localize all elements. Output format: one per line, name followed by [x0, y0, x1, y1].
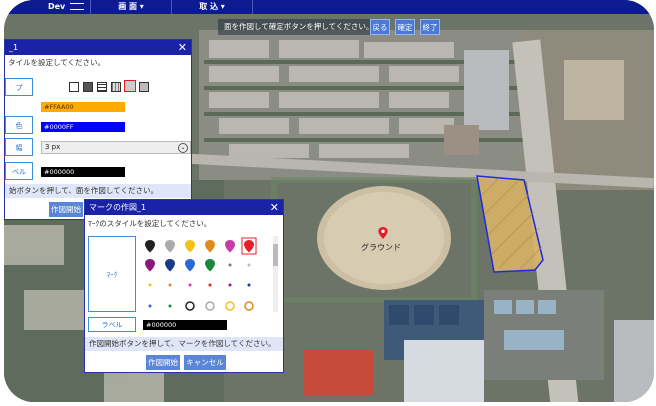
menu-import[interactable]: 取 込 ▾	[172, 0, 252, 14]
draw-instruction: 面を作図して確定ボタンを押してください。	[218, 19, 380, 35]
fill-color-field[interactable]: #FFAA00	[41, 102, 125, 112]
pattern-none-icon[interactable]	[69, 82, 79, 92]
label-color-field[interactable]: #000000	[41, 167, 125, 177]
circle-row-4	[148, 301, 254, 311]
pattern-horizontal-icon[interactable]	[97, 82, 107, 92]
menu-divider	[252, 0, 253, 14]
map-pin-icon[interactable]	[377, 227, 389, 239]
close-icon[interactable]: ✕	[270, 200, 279, 215]
panel-title: マークの作図_1	[85, 200, 283, 215]
panel-footer: 作図開始ボタンを押して、マークを作図してください。	[85, 337, 283, 351]
mark-label-color-field[interactable]: #000000	[143, 320, 227, 330]
line-width-select[interactable]: 3 px ⌄	[41, 141, 191, 154]
panel-subtitle: タイルを設定してください。	[8, 58, 106, 67]
pattern-vertical-icon[interactable]	[111, 82, 121, 92]
fill-type-label: プ	[5, 78, 33, 96]
dot-row-3	[148, 283, 251, 287]
pin-row-1	[145, 237, 257, 255]
panel-title: _1	[5, 40, 191, 55]
panel-footer: 始ボタンを押して、面を作図してください。	[5, 184, 191, 198]
scrollbar-thumb[interactable]	[273, 244, 278, 266]
app-logo: Dev	[42, 0, 90, 14]
menu-screen[interactable]: 画 面 ▾	[91, 0, 171, 14]
start-drawing-button[interactable]: 作図開始	[49, 202, 83, 217]
pattern-solid-icon[interactable]	[83, 82, 93, 92]
mark-scrollbar[interactable]	[273, 236, 278, 312]
close-icon[interactable]: ✕	[178, 40, 187, 55]
confirm-button[interactable]: 確定	[395, 19, 415, 35]
cancel-button[interactable]: キャンセル	[184, 355, 226, 370]
line-width-label: 幅	[5, 138, 33, 156]
app-window: Dev 画 面 ▾ 取 込 ▾ 面を作図して確定ボタンを押してください。 戻る …	[4, 0, 654, 402]
ground-label: グラウンド	[361, 243, 401, 252]
label-color-label: ベル	[5, 162, 33, 180]
panel-subtitle: ﾏｰｸのスタイルを設定してください。	[88, 219, 212, 228]
mark-icon-grid	[141, 236, 279, 312]
mark-label: ﾏｰｸ	[88, 236, 136, 312]
label-label: ラベル	[88, 317, 136, 332]
face-style-panel: _1 ✕ タイルを設定してください。 プ #FFAA00 色 #0000FF 幅…	[4, 39, 192, 220]
pin-row-2	[145, 259, 251, 272]
line-color-label: 色	[5, 116, 33, 134]
pattern-hatch-icon[interactable]	[139, 82, 149, 92]
finish-button[interactable]: 終了	[420, 19, 440, 35]
line-color-field[interactable]: #0000FF	[41, 122, 125, 132]
back-button[interactable]: 戻る	[370, 19, 390, 35]
mark-style-panel: マークの作図_1 ✕ ﾏｰｸのスタイルを設定してください。 ﾏｰｸ ラベル #0…	[84, 199, 284, 373]
pattern-selected-icon[interactable]	[124, 80, 136, 92]
mark-icons	[145, 237, 257, 311]
top-menu-bar: Dev 画 面 ▾ 取 込 ▾	[4, 0, 654, 14]
start-drawing-button[interactable]: 作図開始	[146, 355, 180, 370]
logo-lines-icon	[70, 3, 85, 10]
chevron-down-icon: ⌄	[178, 143, 188, 153]
